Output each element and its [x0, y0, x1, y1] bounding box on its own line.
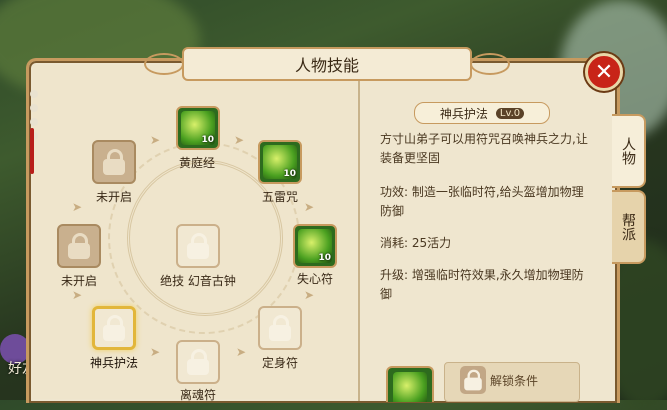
skill-label: 失心符: [296, 272, 333, 286]
lock-icon: [186, 349, 210, 375]
skill-node-locked-2[interactable]: [57, 224, 101, 268]
skill-effect: 功效: 制造一张临时符,给头盔增加物理防御: [380, 185, 584, 218]
lock-icon: [102, 315, 126, 341]
lock-icon: [268, 315, 292, 341]
skill-node-lihunfu[interactable]: [176, 340, 220, 384]
path-arrow-icon: ➤: [72, 200, 83, 214]
tab-guild-label: 帮派: [620, 213, 636, 241]
path-arrow-icon: ➤: [304, 200, 315, 214]
skill-label: 未开启: [60, 274, 97, 288]
close-icon[interactable]: ✕: [585, 53, 623, 91]
skill-label: 黄庭经: [178, 156, 215, 170]
skill-level: 10: [318, 253, 331, 263]
skill-description: 方寸山弟子可以用符咒召唤神兵之力,让装备更坚固: [380, 132, 588, 165]
skill-node-wuleizhou[interactable]: 10: [258, 140, 302, 184]
skill-level: 10: [283, 169, 296, 179]
path-arrow-icon: ➤: [304, 288, 315, 302]
talisman-icon: 10: [181, 111, 215, 145]
lock-icon: [460, 366, 486, 394]
skill-label-selected: 神兵护法: [89, 356, 138, 370]
skill-node-shixinfu[interactable]: 10: [293, 224, 337, 268]
tab-guild[interactable]: 帮派: [612, 190, 646, 264]
skill-detail-level: Lv.0: [495, 107, 525, 119]
path-arrow-icon: ➤: [150, 345, 161, 359]
skill-label: 定身符: [261, 356, 298, 370]
skill-detail-title: 神兵护法 Lv.0: [414, 102, 550, 124]
path-arrow-icon: ➤: [234, 133, 245, 147]
skill-node-ultimate[interactable]: [176, 224, 220, 268]
skill-detail-name: 神兵护法: [439, 106, 488, 121]
skill-cost: 消耗: 25活力: [380, 236, 452, 250]
thunder-icon: 10: [263, 145, 297, 179]
skill-level: 10: [201, 135, 214, 145]
lock-icon: [67, 233, 91, 259]
path-arrow-icon: ➤: [236, 345, 247, 359]
skill-node-dingshenfu[interactable]: [258, 306, 302, 350]
path-arrow-icon: ➤: [72, 288, 83, 302]
skill-node-huangtingjing[interactable]: 10: [176, 106, 220, 150]
panel-divider: [358, 67, 360, 401]
skill-label: 未开启: [95, 190, 132, 204]
tab-character-label: 人物: [620, 137, 636, 165]
skill-node-shenbinghufa[interactable]: [92, 306, 136, 350]
lock-icon: [102, 149, 126, 175]
demon-icon: 10: [298, 229, 332, 263]
path-arrow-icon: ➤: [150, 133, 161, 147]
tab-character[interactable]: 人物: [612, 114, 646, 188]
skill-label: 离魂符: [179, 388, 216, 402]
talisman-icon: [393, 372, 427, 402]
window-title: 人物技能: [144, 47, 510, 81]
window-title-text: 人物技能: [294, 56, 359, 75]
prerequisite-skill-icon[interactable]: [386, 366, 434, 402]
skill-label: 绝技 幻音古钟: [160, 274, 236, 288]
skill-upgrade: 升级: 增强临时符效果,永久增加物理防御: [380, 268, 584, 301]
red-tassel-decoration: [30, 128, 34, 174]
lock-icon: [186, 233, 210, 259]
skill-node-locked-1[interactable]: [92, 140, 136, 184]
unlock-condition-label: 解锁条件: [490, 374, 539, 388]
